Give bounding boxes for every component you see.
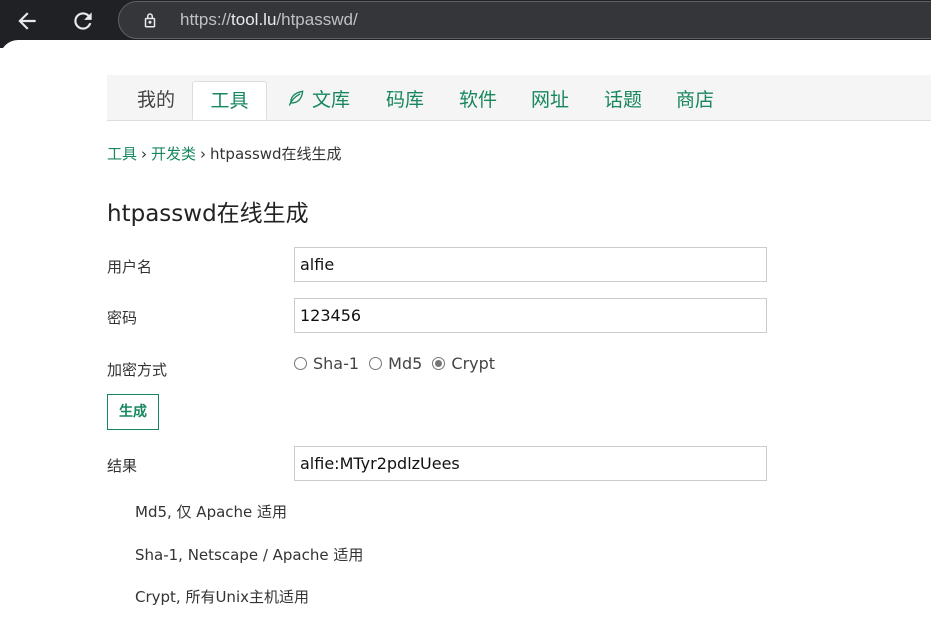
breadcrumb-tools-link[interactable]: 工具 [107, 145, 137, 163]
method-label: 加密方式 [107, 361, 168, 379]
note-sha1: Sha-1, Netscape / Apache 适用 [135, 546, 364, 564]
method-radio-group: Sha-1 Md5 Crypt [294, 354, 500, 374]
breadcrumb: 工具 › 开发类 › htpasswd在线生成 [107, 143, 342, 164]
url-host: tool.lu [231, 10, 277, 29]
leaf-icon [288, 90, 304, 106]
note-crypt: Crypt, 所有Unix主机适用 [135, 588, 309, 606]
note-md5: Md5, 仅 Apache 适用 [135, 503, 288, 521]
nav-item-store[interactable]: 商店 [676, 75, 714, 120]
nav-item-library-label: 文库 [312, 89, 351, 111]
radio-sha1[interactable]: Sha-1 [294, 354, 359, 373]
password-input[interactable]: 123456 [294, 298, 767, 333]
radio-crypt[interactable]: Crypt [432, 354, 495, 373]
generate-button[interactable]: 生成 [107, 394, 159, 430]
nav-item-code[interactable]: 码库 [386, 75, 424, 120]
url-scheme: https:// [180, 10, 232, 29]
nav-item-software[interactable]: 软件 [459, 75, 497, 120]
password-label: 密码 [107, 309, 138, 327]
nav-item-library[interactable]: 文库 [286, 75, 350, 120]
radio-crypt-label: Crypt [451, 354, 496, 373]
username-label: 用户名 [107, 258, 153, 276]
radio-sha1-circle[interactable] [294, 357, 307, 370]
main-nav: 我的 工具 文库 码库 软件 网址 话题 商店 [107, 75, 931, 121]
breadcrumb-current: htpasswd在线生成 [210, 145, 342, 163]
url-path: /htpasswd/ [276, 10, 358, 29]
nav-item-mine[interactable]: 我的 [137, 75, 175, 120]
lock-icon[interactable] [141, 11, 159, 29]
page-title: htpasswd在线生成 [107, 201, 309, 227]
breadcrumb-separator: › [141, 145, 148, 163]
result-output[interactable]: alfie:MTyr2pdlzUees [294, 446, 767, 481]
nav-item-topics[interactable]: 话题 [604, 75, 642, 120]
radio-md5-circle[interactable] [369, 357, 383, 370]
breadcrumb-dev-link[interactable]: 开发类 [151, 145, 196, 163]
radio-md5[interactable]: Md5 [369, 354, 422, 373]
radio-md5-label: Md5 [388, 354, 423, 373]
back-arrow-icon[interactable] [14, 8, 40, 34]
nav-item-sites[interactable]: 网址 [531, 75, 569, 120]
radio-sha1-label: Sha-1 [313, 354, 360, 373]
reload-icon[interactable] [70, 8, 96, 34]
result-label: 结果 [107, 457, 138, 475]
url-text[interactable]: https://tool.lu/htpasswd/ [180, 10, 358, 30]
nav-item-tools[interactable]: 工具 [192, 81, 267, 120]
address-bar[interactable]: https://tool.lu/htpasswd/ [118, 1, 931, 39]
radio-crypt-circle[interactable] [432, 357, 446, 370]
username-input[interactable]: alfie [294, 247, 767, 282]
breadcrumb-separator: › [200, 145, 207, 163]
